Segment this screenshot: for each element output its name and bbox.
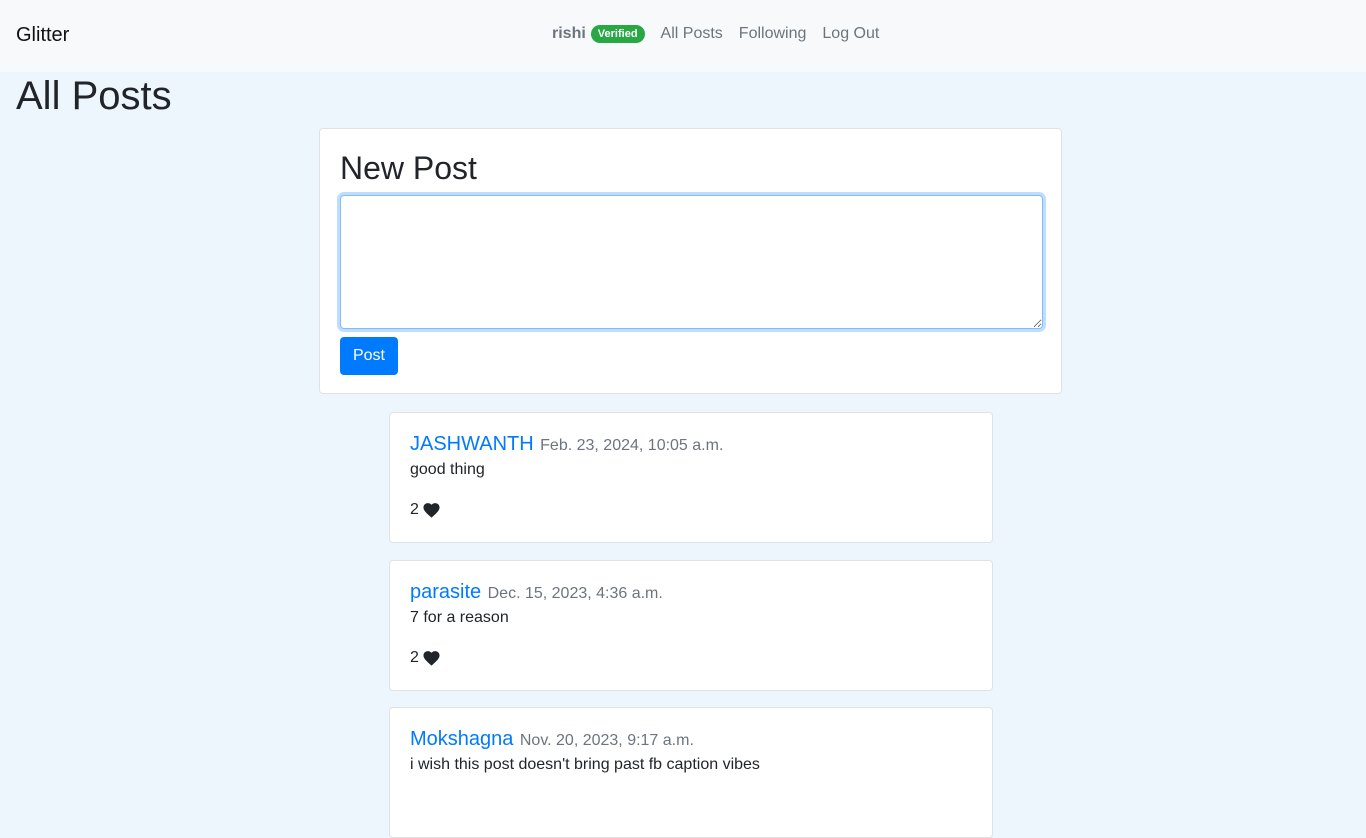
- nav-all-posts-link[interactable]: All Posts: [661, 25, 723, 43]
- nav-following-link[interactable]: Following: [739, 25, 807, 43]
- heart-icon[interactable]: [423, 502, 440, 518]
- new-post-title: New Post: [340, 150, 477, 186]
- top-navbar: Glitter rishi Verified All Posts Followi…: [0, 0, 1366, 72]
- post-date: Feb. 23, 2024, 10:05 a.m.: [540, 437, 724, 454]
- new-post-card: New Post Post: [319, 128, 1062, 394]
- nav-menu: rishi Verified All Posts Following Log O…: [552, 25, 879, 43]
- post-header: JASHWANTH Feb. 23, 2024, 10:05 a.m.: [410, 433, 723, 456]
- heart-icon[interactable]: [423, 650, 440, 666]
- post-body: good thing: [410, 461, 485, 478]
- post-button[interactable]: Post: [340, 337, 398, 375]
- post-author-link[interactable]: JASHWANTH: [410, 433, 534, 455]
- post-card: JASHWANTH Feb. 23, 2024, 10:05 a.m. good…: [389, 412, 993, 543]
- nav-username[interactable]: rishi: [552, 25, 586, 43]
- post-likes: 2: [410, 649, 440, 667]
- post-author-link[interactable]: parasite: [410, 581, 481, 603]
- post-body: i wish this post doesn't bring past fb c…: [410, 756, 760, 773]
- post-card: Mokshagna Nov. 20, 2023, 9:17 a.m. i wis…: [389, 707, 993, 838]
- page-title: All Posts: [16, 74, 172, 118]
- brand-link[interactable]: Glitter: [16, 24, 69, 47]
- like-count: 2: [410, 649, 419, 666]
- post-date: Nov. 20, 2023, 9:17 a.m.: [519, 732, 694, 749]
- post-header: Mokshagna Nov. 20, 2023, 9:17 a.m.: [410, 728, 694, 751]
- new-post-textarea[interactable]: [340, 195, 1043, 329]
- post-card: parasite Dec. 15, 2023, 4:36 a.m. 7 for …: [389, 560, 993, 691]
- post-body: 7 for a reason: [410, 609, 509, 626]
- verified-badge: Verified: [590, 25, 645, 43]
- like-count: 2: [410, 501, 419, 518]
- post-date: Dec. 15, 2023, 4:36 a.m.: [487, 585, 663, 602]
- post-likes: 2: [410, 501, 440, 519]
- post-header: parasite Dec. 15, 2023, 4:36 a.m.: [410, 581, 663, 604]
- post-author-link[interactable]: Mokshagna: [410, 728, 513, 750]
- nav-logout-link[interactable]: Log Out: [822, 25, 879, 43]
